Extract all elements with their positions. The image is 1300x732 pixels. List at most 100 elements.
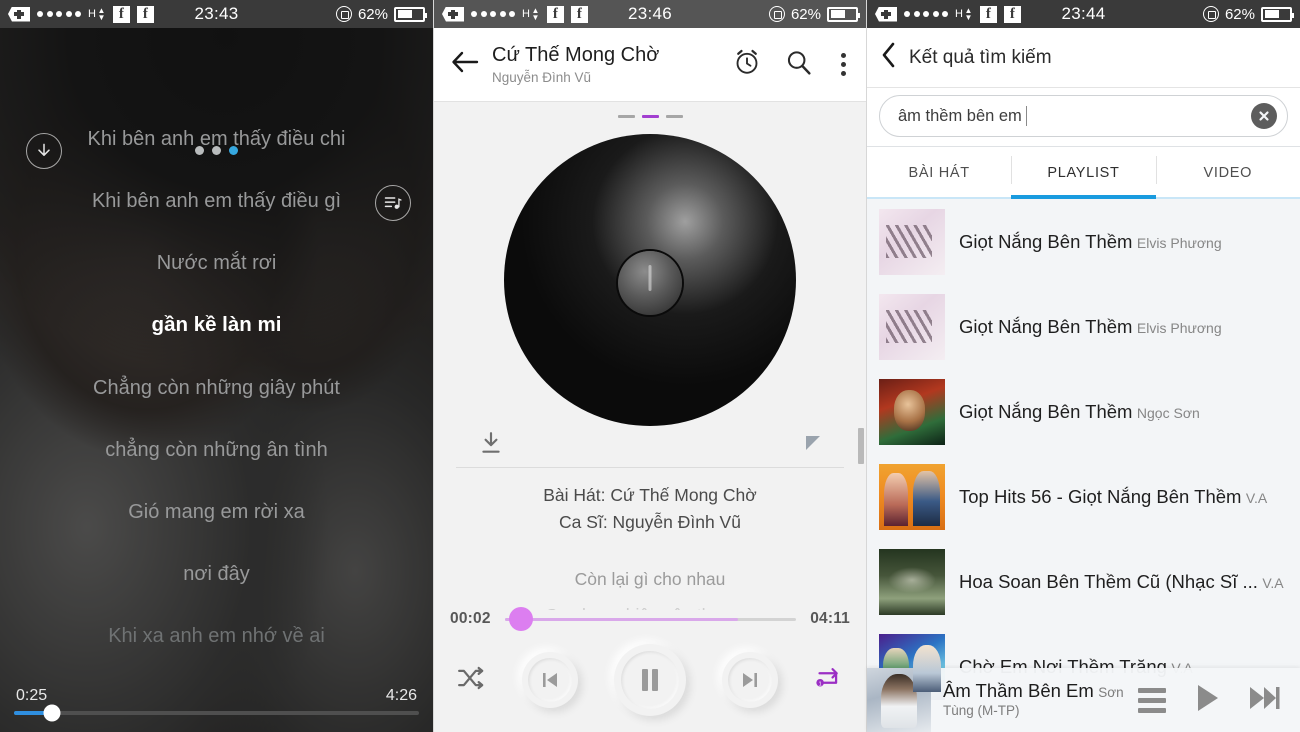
seek-bar-1[interactable] — [14, 704, 419, 721]
network-type-icon: H ▲ ▼ — [522, 6, 540, 22]
mini-player-meta: Âm Thầm Bên Em Sơn Tùng (M-TP) — [931, 680, 1138, 720]
resize-handle-icon[interactable] — [804, 434, 822, 457]
tab-bai-hat[interactable]: BÀI HÁT — [867, 147, 1011, 199]
lyric-line: Sau bao nhiêu yêu thương — [434, 598, 866, 610]
facebook-icon-1: f — [979, 5, 997, 23]
previous-icon — [528, 658, 572, 702]
battery-icon-2 — [827, 6, 860, 22]
album-thumbnail — [879, 463, 945, 530]
lyric-line: nơi đây — [183, 562, 250, 585]
result-artist: Elvis Phương — [1136, 319, 1222, 336]
back-arrow-icon[interactable] — [450, 49, 486, 80]
now-playing-titles: Cứ Thế Mong Chờ Nguyễn Đình Vũ — [486, 44, 722, 85]
signal-dots-icon — [37, 11, 81, 17]
tab-video[interactable]: VIDEO — [1155, 147, 1300, 199]
lyric-line: Chẳng còn những giây phút — [93, 376, 340, 399]
panel-search-results: H ▲ ▼ f f 23:44 62% Kết quả tìm kiếm âm … — [866, 0, 1300, 732]
playlist-queue-icon[interactable] — [375, 185, 411, 221]
plus-tag-icon — [875, 6, 897, 22]
album-thumbnail — [879, 208, 945, 275]
queue-list-icon[interactable] — [1138, 687, 1166, 713]
pager-dash-active[interactable] — [641, 114, 659, 118]
facebook-icon-2: f — [1003, 5, 1021, 23]
search-icon[interactable] — [784, 48, 813, 82]
tab-playlist[interactable]: PLAYLIST — [1011, 147, 1155, 199]
list-item[interactable]: Top Hits 56 - Giọt Nắng Bên Thềm V.A — [867, 454, 1300, 539]
mini-player-controls — [1138, 683, 1286, 718]
panel2-lyrics[interactable]: Còn lại gì cho nhau Sau bao nhiêu yêu th… — [434, 536, 866, 610]
result-artist: Ngọc Sơn — [1136, 404, 1200, 421]
search-appbar: Kết quả tìm kiếm — [867, 28, 1300, 88]
panel-now-playing: H ▲ ▼ f f 23:46 62% Cứ Thế Mong Chờ Nguyễn… — [433, 0, 866, 732]
lyric-line: chẳng còn những ân tình — [105, 438, 328, 461]
seek-bar-2[interactable] — [504, 607, 797, 631]
download-icon[interactable] — [478, 430, 504, 461]
song-artist: Nguyễn Đình Vũ — [492, 70, 592, 85]
list-item[interactable]: Hoa Soan Bên Thềm Cũ (Nhạc Sĩ ... V.A — [867, 539, 1300, 624]
scrollbar-thumb[interactable] — [858, 428, 864, 464]
tab-label: BÀI HÁT — [908, 165, 970, 181]
result-title: Giọt Nắng Bên Thềm — [959, 230, 1133, 252]
artist-label: Ca Sĩ: Nguyễn Đình Vũ — [559, 512, 741, 533]
alarm-clock-icon[interactable] — [732, 47, 762, 82]
result-title: Giọt Nắng Bên Thềm — [959, 315, 1133, 337]
rotation-lock-icon — [335, 6, 352, 22]
seek-knob-2[interactable] — [508, 607, 533, 631]
pager-dash[interactable] — [617, 114, 635, 118]
previous-button[interactable] — [522, 652, 578, 708]
panel2-transport: 00:02 04:11 1 — [434, 607, 866, 732]
status-bar-1: H ▲ ▼ f f 23:43 62% — [0, 0, 433, 28]
panel-lyrics-player: H ▲ ▼ f f 23:43 62% Khi bên anh em thấy … — [0, 0, 433, 732]
page-indicator-dots[interactable] — [0, 146, 433, 155]
status-bar-2: H ▲ ▼ f f 23:46 62% — [434, 0, 866, 28]
panel2-seek-row: 00:02 04:11 — [450, 607, 850, 631]
list-item-meta: Giọt Nắng Bên Thềm Elvis Phương — [959, 231, 1222, 253]
album-art-wrap — [434, 130, 866, 426]
list-item-meta: Giọt Nắng Bên Thềm Ngọc Sơn — [959, 401, 1200, 423]
result-list[interactable]: Giọt Nắng Bên Thềm Elvis Phương Giọt Nắn… — [867, 199, 1300, 732]
lyric-line: Khi xa anh em nhớ về ai — [108, 624, 325, 647]
shuffle-icon[interactable] — [456, 665, 486, 696]
play-icon[interactable] — [1194, 683, 1220, 718]
page-indicator-dashes[interactable] — [434, 102, 866, 130]
lyric-line: Gió mang em rời xa — [128, 500, 305, 523]
status-left-icons-2: H ▲ ▼ f f — [442, 5, 588, 23]
tab-label: VIDEO — [1203, 165, 1253, 181]
clear-icon[interactable] — [1251, 103, 1277, 129]
battery-percent-3: 62% — [1224, 5, 1255, 23]
battery-percent-1: 62% — [357, 5, 388, 23]
search-input[interactable]: âm thềm bên em — [879, 95, 1288, 137]
album-thumbnail — [879, 548, 945, 615]
list-item[interactable]: Giọt Nắng Bên Thềm Elvis Phương — [867, 199, 1300, 284]
status-bar-3: H ▲ ▼ f f 23:44 62% — [867, 0, 1300, 28]
battery-icon-3 — [1261, 6, 1294, 22]
tab-active-indicator — [1011, 195, 1156, 199]
signal-dots-icon — [471, 11, 515, 17]
album-art-circle[interactable] — [504, 134, 796, 426]
back-chevron-icon[interactable] — [881, 41, 897, 74]
list-item[interactable]: Giọt Nắng Bên Thềm Ngọc Sơn — [867, 369, 1300, 454]
next-icon[interactable] — [1248, 684, 1282, 717]
pager-dash[interactable] — [665, 114, 683, 118]
next-button[interactable] — [722, 652, 778, 708]
list-item[interactable]: Giọt Nắng Bên Thềm Elvis Phương — [867, 284, 1300, 369]
album-art-actions — [456, 426, 844, 468]
tab-label: PLAYLIST — [1047, 165, 1120, 181]
status-left-icons: H ▲ ▼ f f — [8, 5, 154, 23]
overflow-menu-icon[interactable] — [835, 51, 852, 78]
result-artist: Elvis Phương — [1136, 234, 1222, 251]
lens-overlay — [618, 250, 682, 315]
next-icon — [728, 658, 772, 702]
search-bar-wrap: âm thềm bên em — [867, 88, 1300, 147]
network-type-icon: H ▲ ▼ — [955, 6, 973, 22]
status-right-icons: 62% — [335, 5, 427, 23]
facebook-icon-2: f — [136, 5, 154, 23]
text-caret — [1025, 106, 1027, 126]
seek-knob-1[interactable] — [43, 704, 61, 721]
page-title: Kết quả tìm kiếm — [909, 46, 1052, 68]
facebook-icon-2: f — [570, 5, 588, 23]
lyrics-list[interactable]: Khi bên anh em thấy điều chi Khi bên anh… — [0, 108, 433, 687]
play-pause-button[interactable] — [614, 644, 686, 716]
rotation-lock-icon — [768, 6, 785, 22]
repeat-one-icon[interactable]: 1 — [814, 665, 844, 696]
